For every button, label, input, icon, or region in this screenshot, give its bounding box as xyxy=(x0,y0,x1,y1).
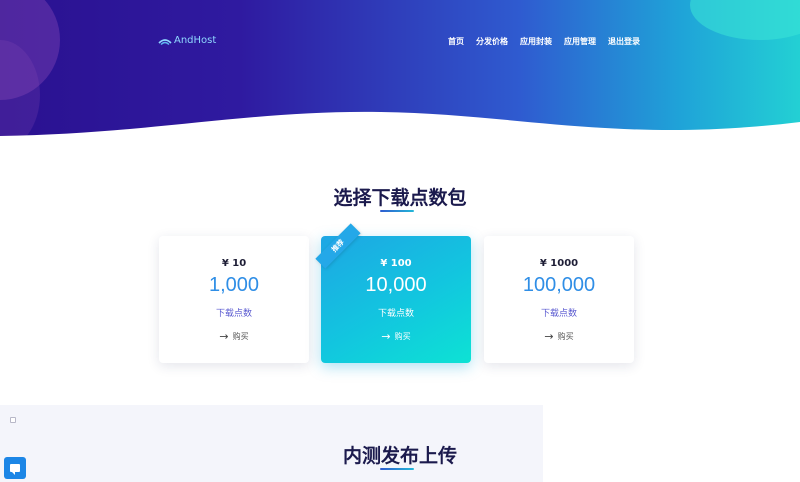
logo[interactable]: AndHost xyxy=(158,35,216,46)
hero-header: AndHost 首页 分发价格 应用封装 应用管理 退出登录 xyxy=(0,0,800,150)
chat-bubble-icon xyxy=(10,464,20,475)
pricing-title: 选择下载点数包 xyxy=(333,187,467,209)
nav-pricing[interactable]: 分发价格 xyxy=(476,36,508,47)
beta-title: 内测发布上传 xyxy=(342,445,457,467)
package-unit: 下载点数 xyxy=(540,309,577,319)
title-underline xyxy=(380,210,414,212)
decorative-glow xyxy=(690,0,800,40)
buy-label: 购买 xyxy=(232,332,249,341)
package-card-featured[interactable]: ¥ 100 10,000 下载点数 → 购买 xyxy=(321,236,471,363)
nav-logout[interactable]: 退出登录 xyxy=(608,36,640,47)
package-unit: 下载点数 xyxy=(377,309,414,319)
chat-button[interactable] xyxy=(4,457,26,479)
package-amount: 100,000 xyxy=(522,274,596,296)
nav-app-management[interactable]: 应用管理 xyxy=(564,36,596,47)
buy-button[interactable]: → 购买 xyxy=(321,330,471,343)
hero-wave xyxy=(0,111,800,150)
arrow-right-icon: → xyxy=(544,330,554,343)
arrow-right-icon: → xyxy=(219,330,229,343)
checkbox[interactable] xyxy=(10,417,16,423)
logo-mark-icon xyxy=(158,38,172,45)
logo-text: AndHost xyxy=(174,35,217,46)
package-price: ¥ 100 xyxy=(380,258,412,269)
buy-label: 购买 xyxy=(557,332,574,341)
buy-button[interactable]: → 购买 xyxy=(484,330,634,343)
buy-label: 购买 xyxy=(394,332,411,341)
package-amount: 1,000 xyxy=(208,274,260,296)
title-underline xyxy=(380,468,414,470)
page: AndHost 首页 分发价格 应用封装 应用管理 退出登录 选择下载点数包 ¥… xyxy=(0,0,800,482)
package-price: ¥ 10 xyxy=(221,258,247,269)
package-amount: 10,000 xyxy=(365,274,427,296)
buy-button[interactable]: → 购买 xyxy=(159,330,309,343)
package-unit: 下载点数 xyxy=(215,309,252,319)
nav-home[interactable]: 首页 xyxy=(448,36,464,47)
nav-app-packaging[interactable]: 应用封装 xyxy=(520,36,552,47)
arrow-right-icon: → xyxy=(381,330,391,343)
package-card[interactable]: ¥ 10 1,000 下载点数 → 购买 xyxy=(159,236,309,363)
main-nav: 首页 分发价格 应用封装 应用管理 退出登录 xyxy=(448,36,640,47)
package-card[interactable]: ¥ 1000 100,000 下载点数 → 购买 xyxy=(484,236,634,363)
package-price: ¥ 1000 xyxy=(539,258,579,269)
